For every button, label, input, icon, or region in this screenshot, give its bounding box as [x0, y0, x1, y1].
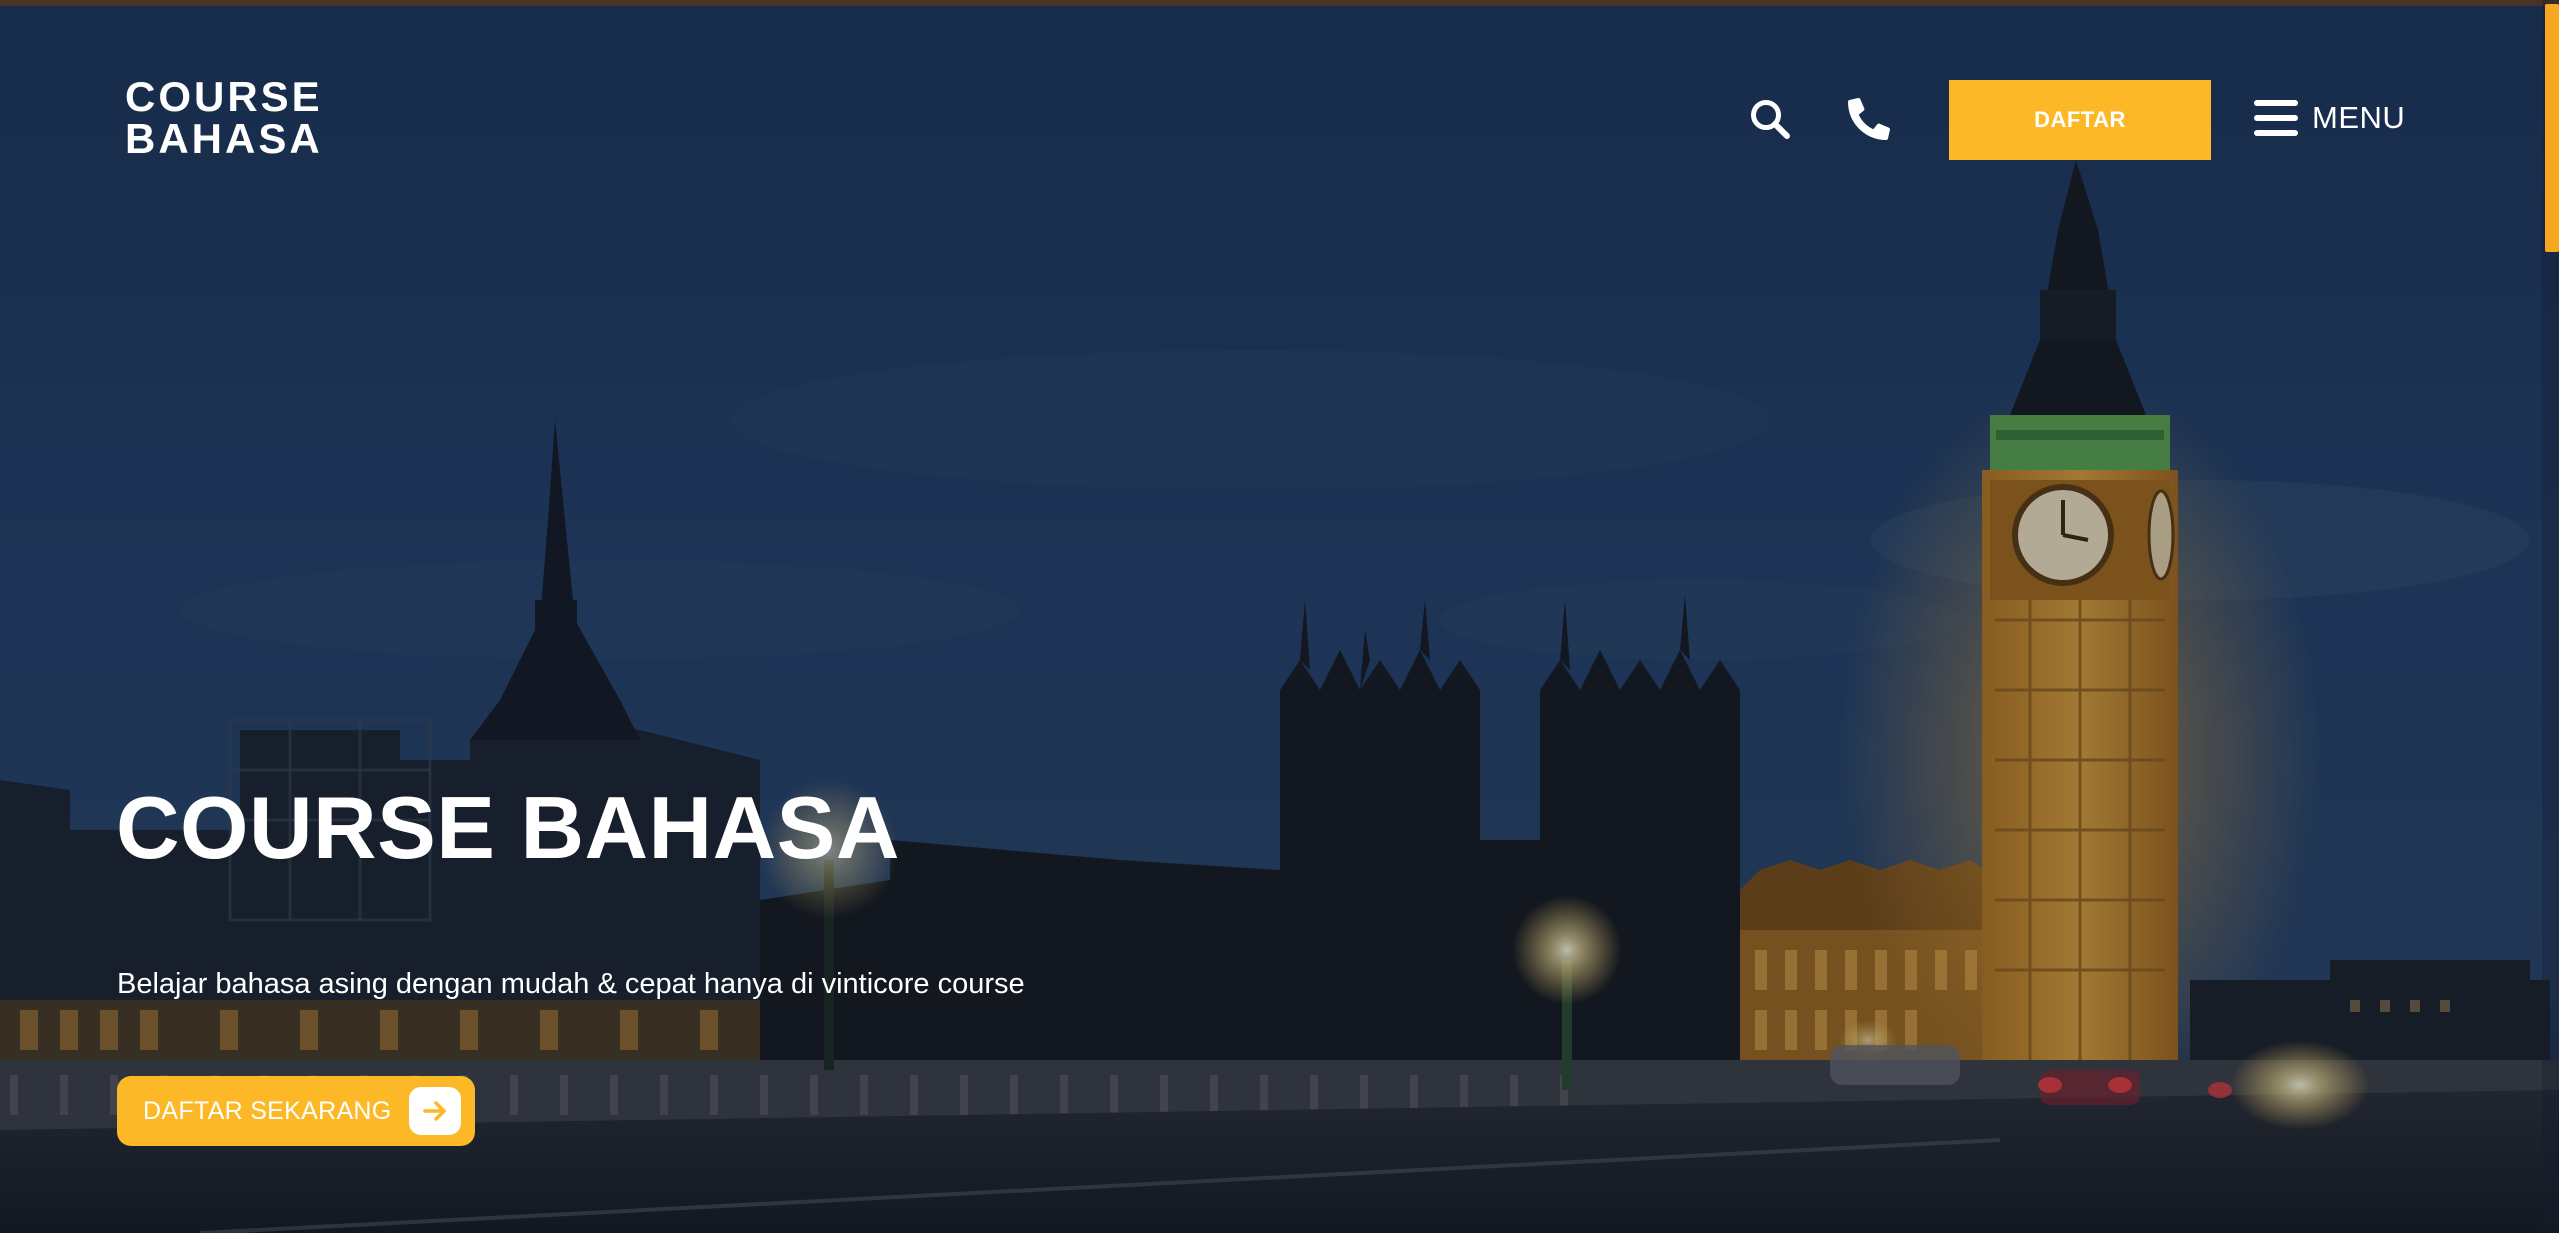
search-button[interactable] — [1744, 93, 1796, 145]
hero-title: COURSE BAHASA — [116, 778, 900, 877]
logo-line-2: BAHASA — [125, 115, 323, 162]
page-scrollbar[interactable] — [2542, 0, 2559, 1233]
arrow-right-icon — [409, 1087, 461, 1135]
search-icon — [1751, 100, 1790, 139]
phone-icon — [1848, 98, 1890, 140]
scrollbar-thumb[interactable] — [2545, 4, 2559, 252]
logo-line-1: COURSE — [125, 73, 323, 120]
phone-button[interactable] — [1843, 93, 1895, 145]
menu-button[interactable]: MENU — [2254, 92, 2405, 144]
hero-subtitle: Belajar bahasa asing dengan mudah & cepa… — [117, 968, 1025, 1000]
site-logo[interactable]: COURSE BAHASA — [125, 76, 323, 160]
page: COURSE BAHASA DAFTAR MENU COURSE BAHASA … — [0, 0, 2559, 1233]
menu-label: MENU — [2312, 100, 2406, 135]
register-now-button[interactable]: DAFTAR SEKARANG — [117, 1076, 475, 1146]
hamburger-icon — [2254, 99, 2298, 137]
register-now-label: DAFTAR SEKARANG — [143, 1096, 392, 1125]
site-header: COURSE BAHASA DAFTAR MENU — [0, 0, 2530, 200]
register-button[interactable]: DAFTAR — [1949, 80, 2211, 160]
